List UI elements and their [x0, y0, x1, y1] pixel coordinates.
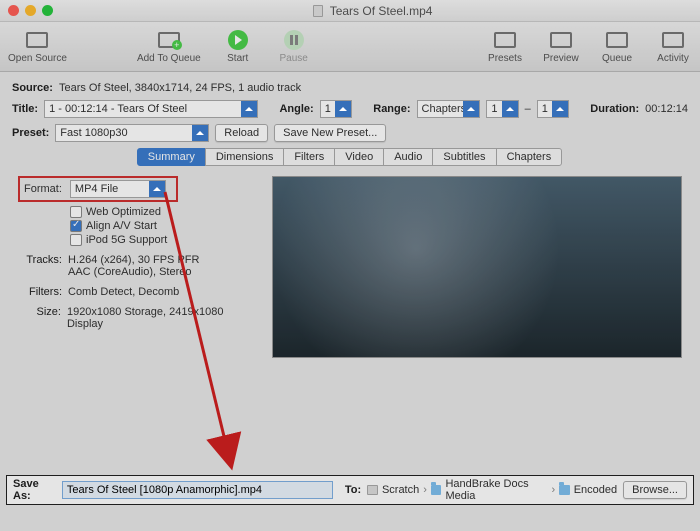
filters-value: Comb Detect, Decomb — [68, 286, 179, 298]
tracks-audio: AAC (CoreAudio), Stereo — [68, 266, 199, 278]
ipod-5g-row[interactable]: iPod 5G Support — [70, 234, 258, 246]
tab-subtitles[interactable]: Subtitles — [432, 148, 496, 166]
tracks-video: H.264 (x264), 30 FPS PFR — [68, 254, 199, 266]
preset-select[interactable]: Fast 1080p30 — [55, 124, 209, 142]
title-select[interactable]: 1 - 00:12:14 - Tears Of Steel — [44, 100, 258, 118]
zoom-window[interactable] — [42, 5, 53, 16]
tab-video[interactable]: Video — [334, 148, 384, 166]
angle-label: Angle: — [279, 103, 313, 115]
range-to-select[interactable]: 1 — [537, 100, 569, 118]
preview-icon — [550, 32, 572, 48]
chevron-right-icon: › — [552, 484, 556, 496]
range-label: Range: — [373, 103, 410, 115]
window-title: Tears Of Steel.mp4 — [53, 4, 692, 18]
preset-label: Preset: — [12, 127, 49, 139]
size-label: Size: — [18, 306, 61, 330]
align-av-row[interactable]: Align A/V Start — [70, 220, 258, 232]
start-button[interactable]: Start — [219, 29, 257, 64]
source-label: Source: — [12, 82, 53, 94]
titlebar: Tears Of Steel.mp4 — [0, 0, 700, 22]
format-select[interactable]: MP4 File — [70, 180, 166, 198]
film-icon — [26, 32, 48, 48]
pause-button[interactable]: Pause — [275, 29, 313, 64]
sliders-icon — [494, 32, 516, 48]
folder-icon — [559, 485, 570, 495]
format-box: Format: MP4 File — [18, 176, 178, 202]
range-from-select[interactable]: 1 — [486, 100, 518, 118]
stack-icon — [606, 32, 628, 48]
tab-summary[interactable]: Summary — [137, 148, 206, 166]
save-as-label: Save As: — [13, 478, 56, 502]
preview-image — [272, 176, 682, 358]
save-path[interactable]: Scratch › HandBrake Docs Media › Encoded — [367, 478, 617, 502]
window-title-text: Tears Of Steel.mp4 — [330, 4, 433, 18]
document-icon — [313, 5, 323, 17]
title-label: Title: — [12, 103, 38, 115]
queue-add-icon: + — [158, 32, 180, 48]
close-window[interactable] — [8, 5, 19, 16]
checkbox-icon — [70, 206, 82, 218]
web-optimized-row[interactable]: Web Optimized — [70, 206, 258, 218]
to-label: To: — [345, 484, 361, 496]
checkbox-icon — [70, 234, 82, 246]
tab-dimensions[interactable]: Dimensions — [205, 148, 284, 166]
path-1: HandBrake Docs Media — [445, 478, 547, 502]
range-type-select[interactable]: Chapters — [417, 100, 481, 118]
queue-button[interactable]: Queue — [598, 29, 636, 64]
save-as-input[interactable] — [62, 481, 333, 499]
window-controls — [8, 5, 53, 16]
open-source-button[interactable]: Open Source — [8, 29, 67, 64]
pause-icon — [284, 30, 304, 50]
path-2: Encoded — [574, 484, 617, 496]
checkbox-checked-icon — [70, 220, 82, 232]
browse-button[interactable]: Browse... — [623, 481, 687, 499]
save-as-bar: Save As: To: Scratch › HandBrake Docs Me… — [6, 475, 694, 505]
play-icon — [228, 30, 248, 50]
tabs: Summary Dimensions Filters Video Audio S… — [12, 148, 688, 166]
format-label: Format: — [24, 183, 62, 195]
preview-button[interactable]: Preview — [542, 29, 580, 64]
activity-icon — [662, 32, 684, 48]
tracks-label: Tracks: — [18, 254, 62, 278]
duration-label: Duration: — [590, 103, 639, 115]
tab-chapters[interactable]: Chapters — [496, 148, 563, 166]
folder-icon — [431, 485, 442, 495]
path-0: Scratch — [382, 484, 419, 496]
reload-button[interactable]: Reload — [215, 124, 268, 142]
presets-button[interactable]: Presets — [486, 29, 524, 64]
drive-icon — [367, 485, 378, 495]
add-to-queue-button[interactable]: + Add To Queue — [137, 29, 201, 64]
tab-filters[interactable]: Filters — [283, 148, 335, 166]
range-dash: – — [525, 103, 531, 115]
tab-audio[interactable]: Audio — [383, 148, 433, 166]
source-value: Tears Of Steel, 3840x1714, 24 FPS, 1 aud… — [59, 82, 301, 94]
activity-button[interactable]: Activity — [654, 29, 692, 64]
minimize-window[interactable] — [25, 5, 36, 16]
chevron-right-icon: › — [423, 484, 427, 496]
duration-value: 00:12:14 — [645, 103, 688, 115]
save-new-preset-button[interactable]: Save New Preset... — [274, 124, 386, 142]
size-value: 1920x1080 Storage, 2419x1080 Display — [67, 306, 258, 330]
filters-label: Filters: — [18, 286, 62, 298]
toolbar: Open Source + Add To Queue Start Pause P… — [0, 22, 700, 72]
angle-select[interactable]: 1 — [320, 100, 352, 118]
